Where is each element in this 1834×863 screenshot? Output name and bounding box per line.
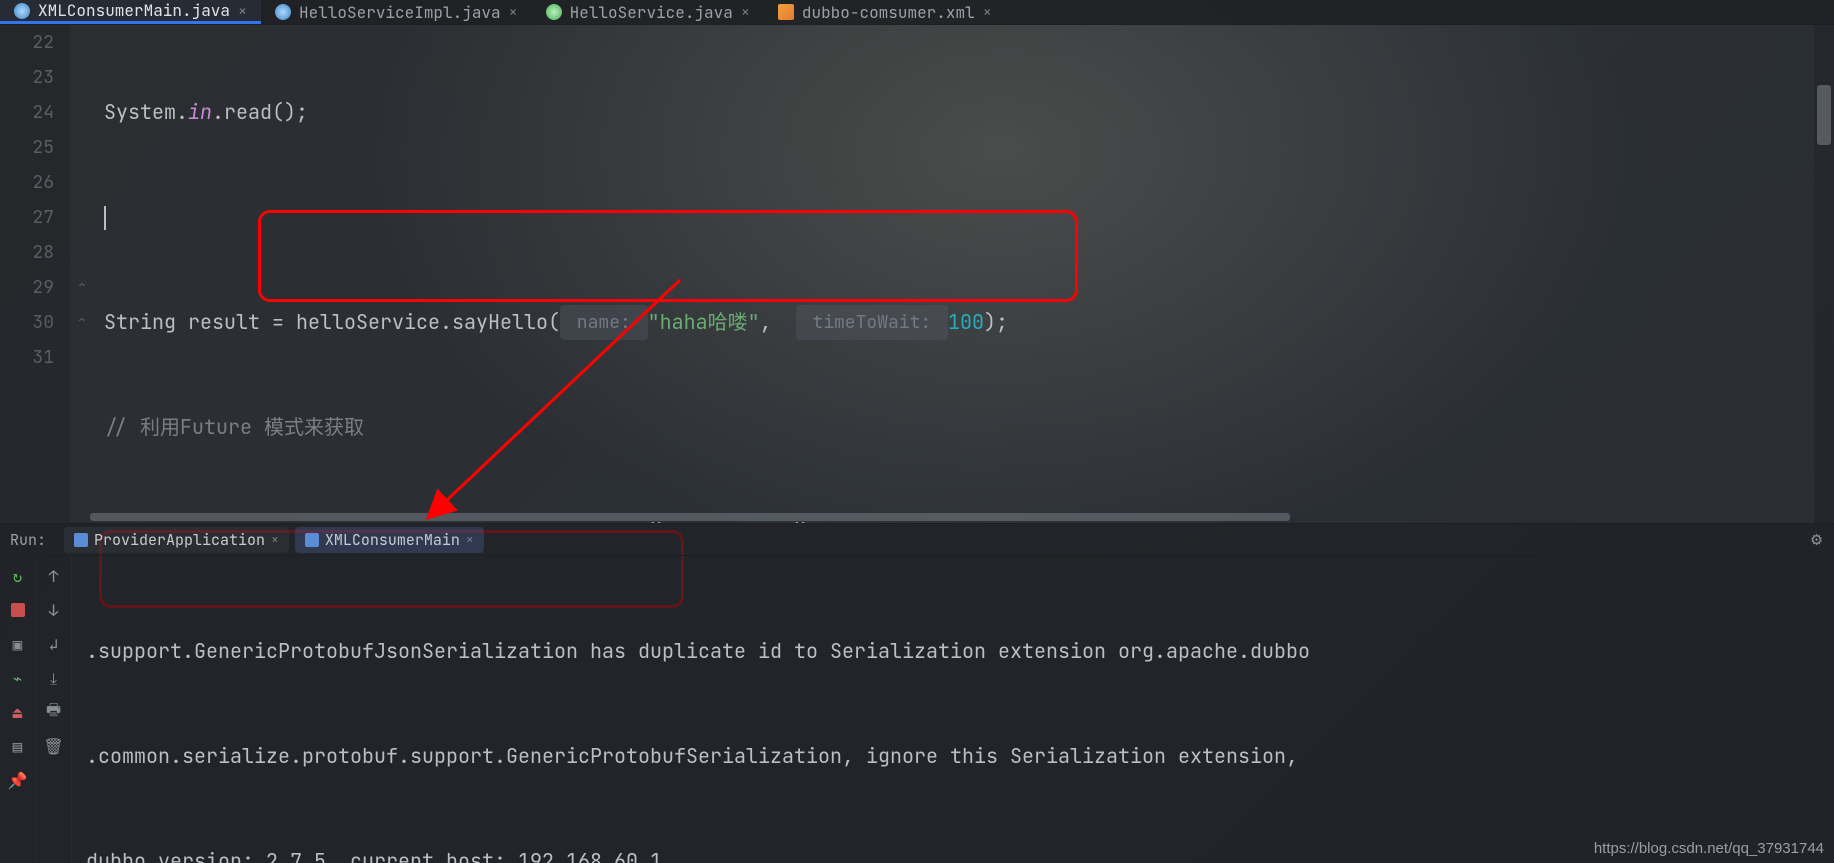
code-editor[interactable]: 22 23 24 25 26 27 28 29 30 31 ⌃ ⌃ System… — [0, 25, 1834, 523]
java-class-icon — [14, 3, 30, 19]
watermark: https://blog.csdn.net/qq_37931744 — [1594, 840, 1824, 857]
trash-icon[interactable]: 🗑 — [44, 736, 64, 756]
tab-label: HelloServiceImpl.java — [299, 2, 501, 23]
bug-icon[interactable]: ⌁ — [8, 668, 28, 688]
run-label: Run: — [10, 530, 46, 550]
fold-collapse-icon[interactable]: ⌃ — [70, 305, 94, 340]
java-interface-icon — [546, 4, 562, 20]
tab-xmlconsumermain[interactable]: XMLConsumerMain.java × — [0, 0, 261, 24]
rerun-icon[interactable]: ↻ — [8, 566, 28, 586]
fold-gutter: ⌃ ⌃ — [70, 25, 94, 523]
run-sidebar-secondary: ↑ ↓ ↲ ⤓ 🖶 🗑 — [36, 556, 72, 863]
scrollbar-thumb[interactable] — [90, 513, 1290, 521]
layout-icon[interactable]: ▤ — [8, 736, 28, 756]
run-sidebar-primary: ↻ ▣ ⌁ ⏏ ▤ 📌 — [0, 556, 36, 863]
tab-helloservice[interactable]: HelloService.java × — [532, 0, 764, 24]
down-icon[interactable]: ↓ — [44, 600, 64, 620]
line-number-gutter: 22 23 24 25 26 27 28 29 30 31 — [0, 25, 70, 523]
scrollbar-thumb[interactable] — [1817, 85, 1831, 145]
java-class-icon — [275, 4, 291, 20]
application-icon — [74, 533, 88, 547]
tab-label: XMLConsumerMain.java — [38, 0, 230, 21]
console-line: .support.GenericProtobufJsonSerializatio… — [86, 634, 1820, 669]
scroll-to-end-icon[interactable]: ⤓ — [44, 668, 64, 688]
param-hint: timeToWait: — [796, 305, 948, 340]
editor-tabs: XMLConsumerMain.java × HelloServiceImpl.… — [0, 0, 1834, 25]
horizontal-scrollbar[interactable] — [90, 511, 1812, 523]
close-icon[interactable]: × — [983, 2, 992, 22]
camera-icon[interactable]: ▣ — [8, 634, 28, 654]
param-hint: name: — [560, 305, 648, 340]
fold-collapse-icon[interactable]: ⌃ — [70, 270, 94, 305]
run-tab-label: ProviderApplication — [94, 530, 265, 550]
console-line: dubbo version: 2.7.5, current host: 192.… — [86, 844, 1820, 863]
close-icon[interactable]: × — [238, 1, 247, 21]
tab-helloserviceimpl[interactable]: HelloServiceImpl.java × — [261, 0, 532, 24]
run-tab-xmlconsumermain[interactable]: XMLConsumerMain × — [295, 527, 484, 553]
close-icon[interactable]: × — [509, 2, 518, 22]
tab-label: dubbo-comsumer.xml — [802, 2, 975, 23]
pin-icon[interactable]: 📌 — [8, 770, 28, 790]
stop-icon[interactable] — [8, 600, 28, 620]
exit-icon[interactable]: ⏏ — [8, 702, 28, 722]
gear-icon[interactable]: ⚙ — [1811, 528, 1822, 551]
run-tab-label: XMLConsumerMain — [325, 530, 460, 550]
print-icon[interactable]: 🖶 — [44, 702, 64, 722]
run-tool-window: Run: ProviderApplication × XMLConsumerMa… — [0, 523, 1834, 863]
close-icon[interactable]: × — [466, 531, 474, 548]
tab-label: HelloService.java — [570, 2, 733, 23]
code-area[interactable]: System.in.read(); String result = helloS… — [94, 25, 1834, 523]
text-caret — [104, 206, 106, 230]
application-icon — [305, 533, 319, 547]
run-tab-providerapplication[interactable]: ProviderApplication × — [64, 527, 289, 553]
console-output[interactable]: .support.GenericProtobufJsonSerializatio… — [72, 556, 1834, 863]
xml-file-icon — [778, 4, 794, 20]
soft-wrap-icon[interactable]: ↲ — [44, 634, 64, 654]
run-header: Run: ProviderApplication × XMLConsumerMa… — [0, 524, 1834, 556]
up-icon[interactable]: ↑ — [44, 566, 64, 586]
tab-dubbo-consumer-xml[interactable]: dubbo-comsumer.xml × — [764, 0, 1006, 24]
vertical-scrollbar[interactable] — [1814, 25, 1834, 523]
close-icon[interactable]: × — [271, 531, 279, 548]
close-icon[interactable]: × — [741, 2, 750, 22]
console-line: .common.serialize.protobuf.support.Gener… — [86, 739, 1820, 774]
